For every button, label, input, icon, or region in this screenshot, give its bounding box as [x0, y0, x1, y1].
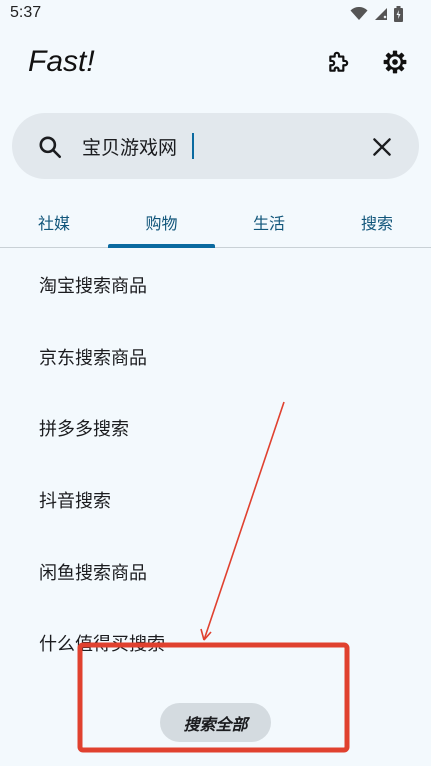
tab-search[interactable]: 搜索	[323, 196, 431, 248]
settings-button[interactable]	[380, 49, 410, 79]
tab-life[interactable]: 生活	[215, 196, 323, 248]
list-item-jd[interactable]: 京东搜索商品	[0, 321, 431, 392]
puzzle-icon	[326, 49, 352, 79]
active-tab-indicator	[108, 244, 215, 248]
list-item-xianyu[interactable]: 闲鱼搜索商品	[0, 536, 431, 607]
gear-icon	[382, 49, 408, 79]
search-bar	[12, 113, 419, 179]
list-item-pinduoduo[interactable]: 拼多多搜索	[0, 392, 431, 463]
wifi-icon	[350, 7, 368, 21]
list-item-smzdm[interactable]: 什么值得买搜索	[0, 607, 431, 678]
app-screen: 5:37 Fast! 宝贝游戏网 社媒 购物 生活 搜索 淘宝搜索商品 京东搜索…	[0, 0, 431, 766]
status-time: 5:37	[10, 4, 42, 21]
extension-button[interactable]	[324, 49, 354, 79]
close-icon	[369, 138, 395, 164]
clear-search-button[interactable]	[369, 134, 395, 160]
tab-social[interactable]: 社媒	[0, 196, 108, 248]
search-all-button[interactable]: 搜索全部	[160, 703, 271, 742]
battery-icon	[394, 6, 403, 22]
signal-icon	[374, 7, 388, 21]
list-item-douyin[interactable]: 抖音搜索	[0, 464, 431, 535]
tab-shopping[interactable]: 购物	[108, 196, 215, 248]
search-icon	[37, 134, 63, 160]
category-tabs: 社媒 购物 生活 搜索	[0, 196, 431, 248]
status-icons	[350, 6, 403, 22]
list-item-taobao[interactable]: 淘宝搜索商品	[0, 249, 431, 320]
text-cursor	[192, 133, 194, 159]
status-bar: 5:37	[0, 0, 431, 30]
app-title: Fast!	[28, 45, 95, 78]
search-input[interactable]	[82, 127, 352, 165]
